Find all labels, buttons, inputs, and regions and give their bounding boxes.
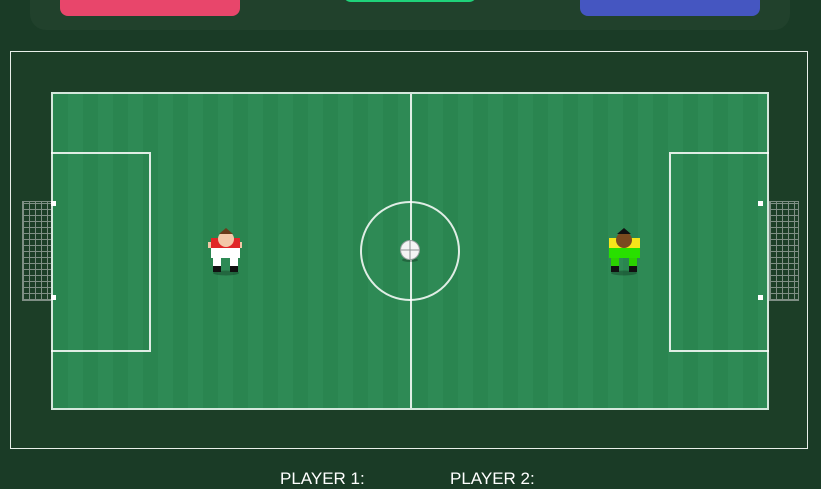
player-red-icon bbox=[208, 228, 242, 276]
right-goal-net bbox=[769, 201, 799, 301]
player2-score-label: PLAYER 2: bbox=[450, 469, 535, 488]
left-goal-post-bottom bbox=[51, 295, 56, 300]
right-penalty-box bbox=[669, 152, 769, 352]
left-penalty-box bbox=[51, 152, 151, 352]
player2-button[interactable] bbox=[580, 0, 760, 16]
right-goal-post-top bbox=[758, 201, 763, 206]
left-goal-post-top bbox=[51, 201, 56, 206]
player1-score-label: PLAYER 1: bbox=[280, 469, 365, 488]
left-goal-net bbox=[22, 201, 52, 301]
player-yellow-icon bbox=[609, 228, 640, 276]
start-button[interactable] bbox=[343, 0, 477, 2]
scoreboard: PLAYER 1: PLAYER 2: bbox=[0, 468, 821, 488]
soccer-ball-icon bbox=[400, 240, 420, 262]
player1-button[interactable] bbox=[60, 0, 240, 16]
right-goal-post-bottom bbox=[758, 295, 763, 300]
